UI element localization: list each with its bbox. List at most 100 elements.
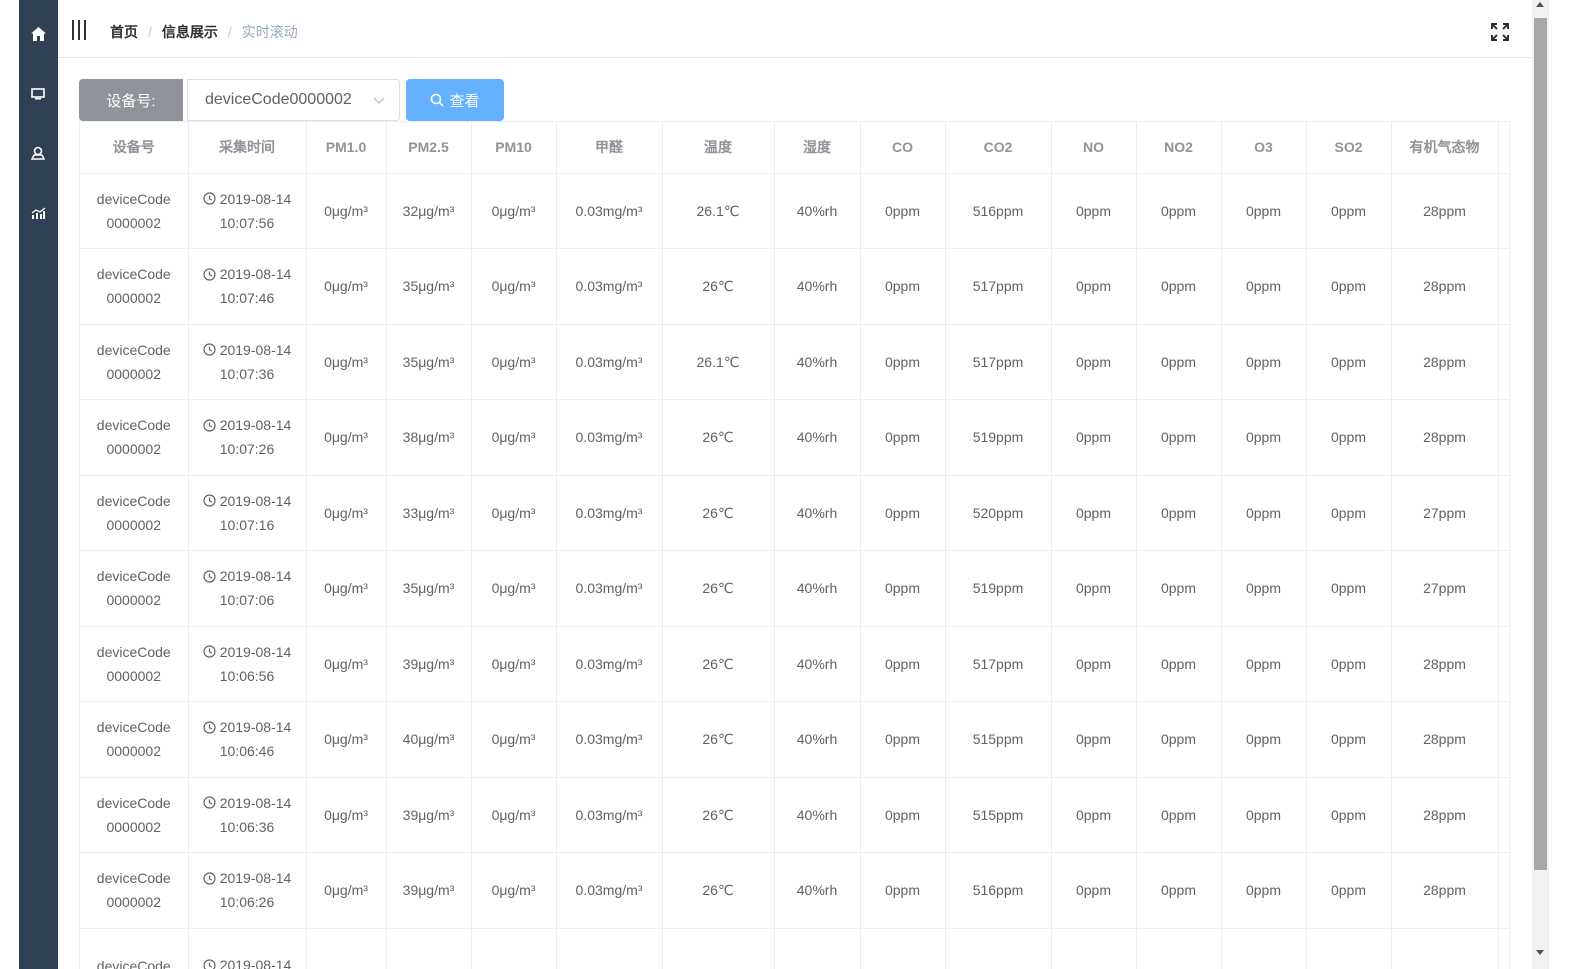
cell-no2: 0ppm — [1136, 173, 1222, 249]
cell-co2: 516ppm — [945, 173, 1052, 249]
cell-so2: 0ppm — [1306, 852, 1392, 929]
table-row: deviceCode 0000002 2019-08-14 10:07:36 0μg/m… — [80, 324, 1509, 400]
cell-so2: 0ppm — [1306, 626, 1392, 702]
cell-hcho: 0.03mg/m³ — [556, 324, 663, 400]
collect-date: 2019-08-14 — [219, 417, 292, 434]
sidebar — [19, 0, 58, 969]
cell-no2: 0ppm — [1136, 701, 1222, 778]
query-button[interactable]: 查看 — [406, 79, 504, 121]
collect-time: 10:07:26 — [219, 441, 275, 458]
cell-pm1: 0μg/m³ — [306, 324, 387, 400]
cell-o3: 0ppm — [1221, 173, 1307, 249]
cell-hcho: 0.03mg/m³ — [556, 248, 663, 325]
clock-icon — [203, 192, 216, 205]
header-formaldehyde: 甲醛 — [556, 122, 663, 174]
cell-no: 0ppm — [1051, 626, 1137, 702]
device-code-line2: 0000002 — [106, 743, 161, 760]
cell-pm25: 33μg/m³ — [386, 475, 472, 551]
collect-date: 2019-08-14 — [219, 266, 292, 283]
header-collect-time: 采集时间 — [188, 122, 307, 174]
cell-spacer — [1498, 928, 1509, 969]
cell-spacer — [1498, 173, 1509, 249]
cell-no: 0ppm — [1051, 248, 1137, 325]
cell-no2: 0ppm — [1136, 324, 1222, 400]
cell-o3: 0ppm — [1221, 248, 1307, 325]
monitor-icon[interactable] — [28, 84, 48, 104]
cell-hum: 40%rh — [774, 550, 861, 627]
cell-device-code: deviceCode 0000002 — [80, 777, 189, 853]
cell-o3: 0ppm — [1221, 852, 1307, 929]
breadcrumb-separator: / — [227, 24, 232, 40]
cell-hum: 40%rh — [774, 475, 861, 551]
user-location-icon[interactable] — [28, 143, 48, 163]
device-code-line1: deviceCode — [96, 870, 171, 887]
cell-co2: 517ppm — [945, 626, 1052, 702]
cell-pm25 — [386, 928, 472, 969]
collect-time: 10:06:56 — [219, 667, 275, 684]
scroll-up-arrow[interactable] — [1536, 2, 1544, 7]
cell-spacer — [1498, 852, 1509, 929]
device-code-line1: deviceCode — [96, 190, 171, 207]
cell-o3: 0ppm — [1221, 475, 1307, 551]
scroll-down-arrow[interactable] — [1536, 950, 1544, 955]
device-code-select[interactable]: deviceCode0000002 — [187, 79, 400, 121]
clock-icon — [203, 796, 216, 809]
cell-no — [1051, 928, 1137, 969]
cell-pm10: 0μg/m³ — [471, 852, 557, 929]
breadcrumb-info-display[interactable]: 信息展示 — [162, 22, 218, 42]
device-code-line2: 0000002 — [106, 667, 161, 684]
cell-hum: 40%rh — [774, 324, 861, 400]
cell-device-code: deviceCode 0000002 — [80, 852, 189, 929]
device-code-line2: 0000002 — [106, 818, 161, 835]
table-body: deviceCode 0000002 2019-08-14 10:07:56 0μg/m… — [80, 173, 1509, 969]
table-row: deviceCode 0000002 2019-08-14 10:07:26 0μg/m… — [80, 399, 1509, 476]
page-scrollbar[interactable] — [1532, 0, 1549, 969]
cell-pm1 — [306, 928, 387, 969]
cell-hum: 40%rh — [774, 248, 861, 325]
collect-date: 2019-08-14 — [219, 957, 292, 969]
device-code-line1: deviceCode — [96, 643, 171, 660]
cell-hum: 40%rh — [774, 626, 861, 702]
breadcrumb-home[interactable]: 首页 — [110, 22, 138, 42]
cell-co2: 517ppm — [945, 248, 1052, 325]
cell-pm10: 0μg/m³ — [471, 626, 557, 702]
cell-pm25: 39μg/m³ — [386, 626, 472, 702]
hamburger-icon[interactable] — [70, 19, 90, 41]
home-icon[interactable] — [28, 24, 48, 44]
cell-co: 0ppm — [860, 475, 946, 551]
cell-pm10: 0μg/m³ — [471, 550, 557, 627]
collect-time: 10:07:16 — [219, 516, 275, 533]
cell-so2: 0ppm — [1306, 701, 1392, 778]
cell-collect-time: 2019-08-14 10:07:36 — [188, 324, 307, 400]
cell-co: 0ppm — [860, 173, 946, 249]
scroll-thumb[interactable] — [1534, 18, 1547, 870]
cell-voc — [1391, 928, 1499, 969]
table-row: deviceCode 2019-08-14 — [80, 928, 1509, 969]
cell-co — [860, 928, 946, 969]
cell-pm1: 0μg/m³ — [306, 399, 387, 476]
cell-collect-time: 2019-08-14 10:07:56 — [188, 173, 307, 249]
cell-co2 — [945, 928, 1052, 969]
cell-no: 0ppm — [1051, 701, 1137, 778]
cell-spacer — [1498, 550, 1509, 627]
cell-pm1: 0μg/m³ — [306, 777, 387, 853]
cell-voc: 27ppm — [1391, 550, 1499, 627]
cell-pm10: 0μg/m³ — [471, 248, 557, 325]
cell-temp: 26℃ — [662, 852, 775, 929]
device-code-line2: 0000002 — [106, 441, 161, 458]
collect-date: 2019-08-14 — [219, 492, 292, 509]
cell-pm1: 0μg/m³ — [306, 701, 387, 778]
chart-icon[interactable] — [28, 203, 48, 223]
collect-date: 2019-08-14 — [219, 870, 292, 887]
cell-collect-time: 2019-08-14 10:06:36 — [188, 777, 307, 853]
cell-spacer — [1498, 475, 1509, 551]
cell-pm1: 0μg/m³ — [306, 248, 387, 325]
cell-so2: 0ppm — [1306, 248, 1392, 325]
table-row: deviceCode 0000002 2019-08-14 10:06:36 0μg/m… — [80, 777, 1509, 853]
cell-voc: 28ppm — [1391, 173, 1499, 249]
fullscreen-icon[interactable] — [1490, 22, 1510, 42]
cell-collect-time: 2019-08-14 10:07:46 — [188, 248, 307, 325]
header-o3: O3 — [1221, 122, 1307, 174]
cell-pm1: 0μg/m³ — [306, 626, 387, 702]
device-code-line2: 0000002 — [106, 894, 161, 911]
